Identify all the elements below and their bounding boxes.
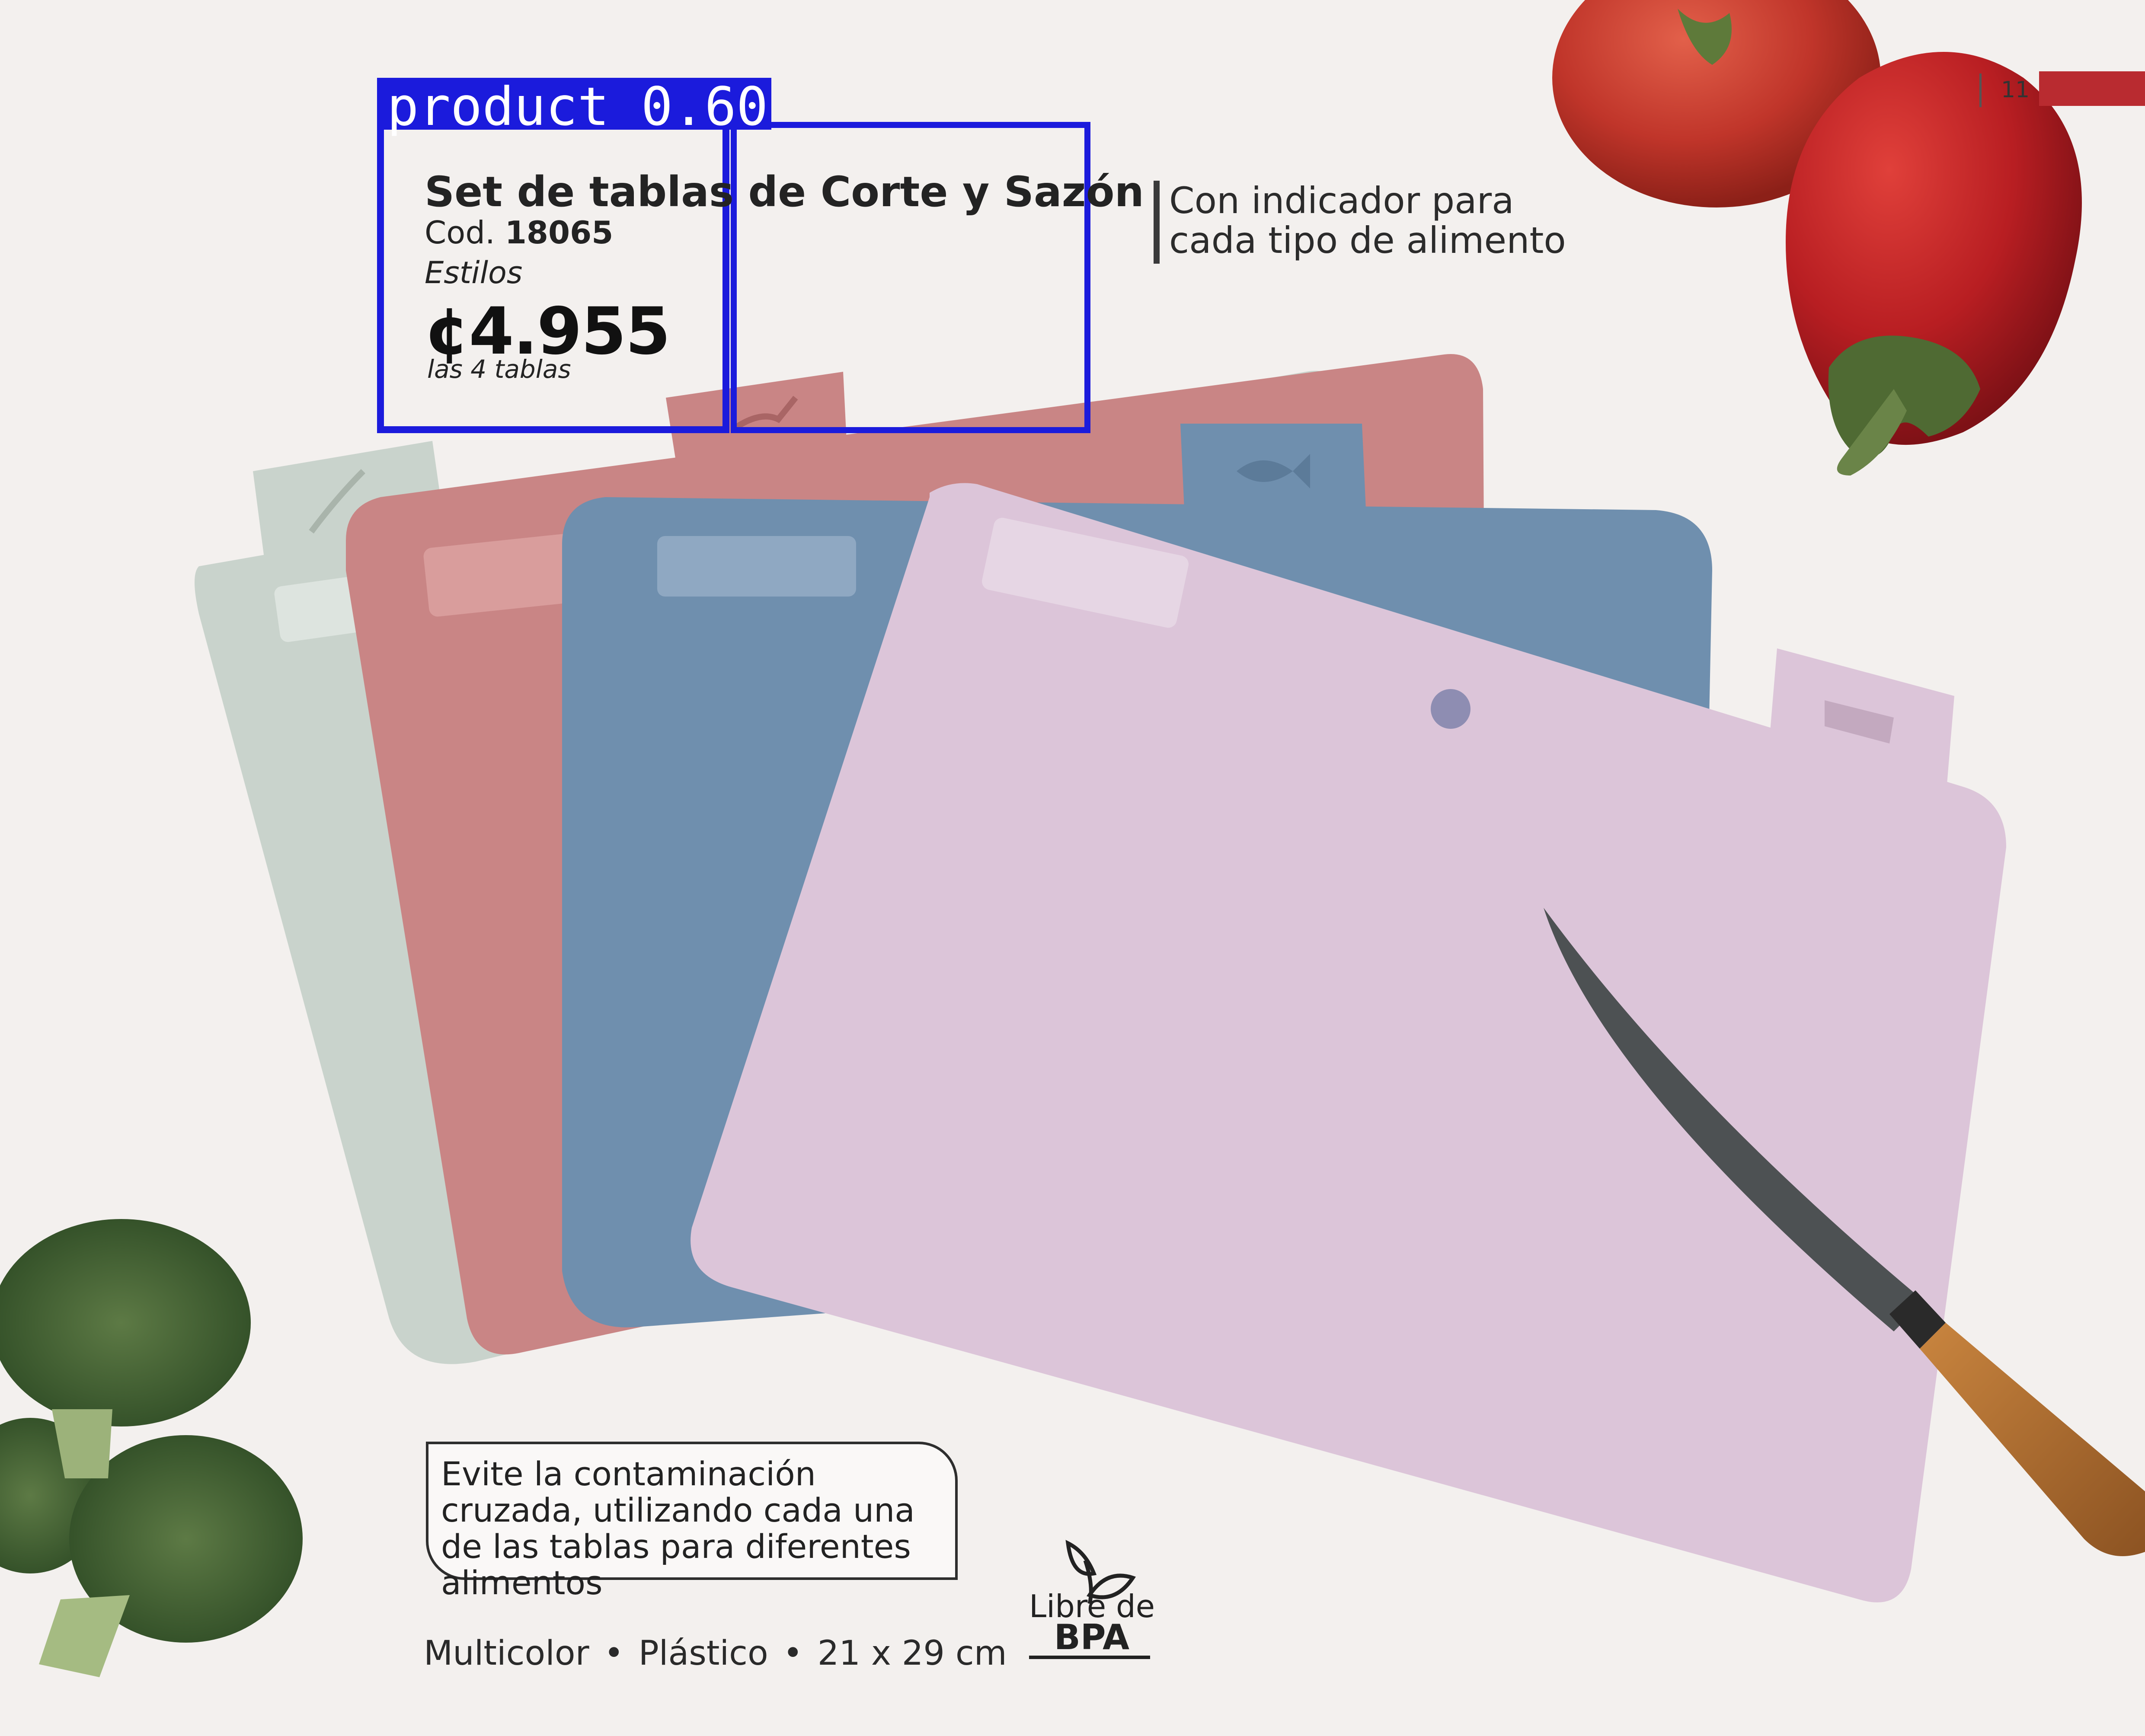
note-text: Evite la contaminación cruzada, utilizan… xyxy=(441,1455,915,1602)
feature-line-2: cada tipo de alimento xyxy=(1169,219,1566,262)
catalog-page: product 0.60 11 Set de tablas de Corte y… xyxy=(0,0,2145,1736)
feature-callout: Con indicador para cada tipo de alimento xyxy=(1169,181,1566,260)
product-code: 18065 xyxy=(505,214,614,251)
page-accent-tab xyxy=(2039,71,2145,106)
spec-size: 21 x 29 cm xyxy=(817,1634,1007,1673)
spec-separator: • xyxy=(604,1634,624,1673)
product-code-line: Cod. 18065 xyxy=(425,214,613,251)
product-specs: Multicolor • Plástico • 21 x 29 cm xyxy=(424,1634,1007,1673)
cutting-board-lilac xyxy=(690,483,2006,1602)
broccoli-image xyxy=(0,1219,303,1677)
page-number: 11 xyxy=(2001,77,2030,103)
product-title: Set de tablas de Corte y Sazón xyxy=(425,168,1144,216)
spec-color: Multicolor xyxy=(424,1634,589,1673)
feature-accent-bar xyxy=(1154,181,1160,264)
bpa-free-badge: Libre de BPA xyxy=(1029,1591,1155,1657)
product-style: Estilos xyxy=(425,255,523,290)
spec-material: Plástico xyxy=(638,1634,768,1673)
product-price-note: las 4 tablas xyxy=(427,354,571,384)
bpa-underline xyxy=(1029,1656,1150,1659)
feature-line-1: Con indicador para xyxy=(1169,179,1514,222)
detection-label: product 0.60 xyxy=(387,76,768,137)
bpa-badge-line-2: BPA xyxy=(1054,1617,1130,1657)
page-number-divider xyxy=(1979,73,1982,107)
spec-separator: • xyxy=(783,1634,803,1673)
red-pepper-image xyxy=(1786,52,2082,475)
product-code-prefix: Cod. xyxy=(425,214,495,251)
